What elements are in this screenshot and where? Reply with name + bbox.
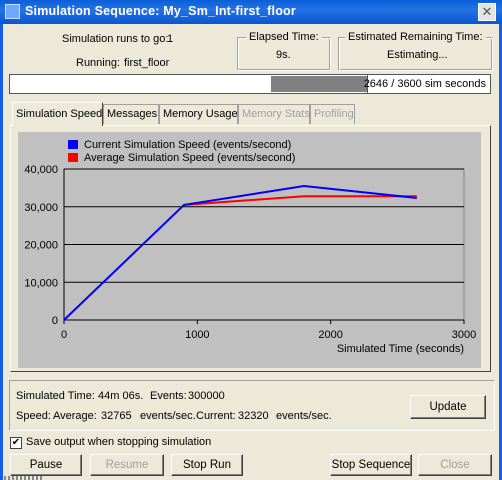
close-window-button[interactable]: ✕ [478, 3, 496, 21]
tab-memory-usage[interactable]: Memory Usage [159, 104, 238, 124]
progress-fill-gray [271, 76, 367, 92]
runs-to-go-label: Simulation runs to go: [62, 33, 169, 45]
remaining-time-label: Estimated Remaining Time: [345, 31, 486, 43]
resize-grip [4, 476, 44, 480]
average-speed-value: 32765 [101, 410, 132, 422]
remaining-time-group: Estimated Remaining Time: Estimating... [338, 31, 493, 71]
legend-label-0: Current Simulation Speed (events/second) [84, 139, 291, 151]
legend-label-1: Average Simulation Speed (events/second) [84, 152, 295, 164]
running-value: first_floor [124, 57, 170, 69]
simulation-progress-bar: 2646 / 3600 sim seconds [9, 74, 491, 94]
average-speed-unit: events/sec. [140, 410, 196, 422]
app-icon [5, 4, 20, 19]
progress-fill [11, 76, 367, 92]
average-speed-label: Average: [53, 410, 97, 422]
stop-run-button[interactable]: Stop Run [171, 454, 243, 476]
y-tick-label: 0 [52, 315, 58, 327]
running-label: Running: [76, 57, 121, 69]
events-label: Events: [150, 390, 187, 402]
x-tick-label: 3000 [452, 329, 476, 341]
progress-text: 2646 / 3600 sim seconds [363, 78, 486, 90]
y-tick-label: 20,000 [24, 240, 58, 252]
current-speed-label: Current: [196, 410, 236, 422]
pause-button[interactable]: Pause [10, 454, 82, 476]
elapsed-time-label: Elapsed Time: [246, 31, 322, 43]
simulation-speed-chart: 0 10,000 20,000 30,000 40,000 0 1000 2000 3000 Si… [18, 132, 481, 368]
x-axis-title: Simulated Time (seconds) [337, 343, 464, 355]
legend-swatch-0 [68, 140, 78, 149]
current-speed-value: 32320 [238, 410, 269, 422]
remaining-time-value: Estimating... [387, 49, 448, 61]
elapsed-time-value: 9s. [276, 49, 291, 61]
y-tick-label: 30,000 [24, 202, 58, 214]
sim-time-value: 44m 06s. [98, 390, 144, 402]
legend-swatch-1 [68, 153, 78, 162]
save-output-checkbox[interactable]: ✔ [10, 437, 22, 449]
update-button[interactable]: Update [410, 395, 486, 419]
y-tick-label: 40,000 [24, 164, 58, 176]
close-button[interactable]: Close [418, 454, 492, 476]
current-speed-unit: events/sec. [276, 410, 332, 422]
window-title: Simulation Sequence: My_Sm_Int-first_flo… [25, 4, 296, 18]
tab-simulation-speed[interactable]: Simulation Speed [12, 102, 103, 126]
tab-memory-stats[interactable]: Memory Stats [238, 104, 310, 124]
speed-label: Speed: [16, 410, 51, 422]
x-tick-label: 1000 [185, 329, 209, 341]
x-tick-label: 0 [61, 329, 67, 341]
chart-svg: 0 10,000 20,000 30,000 40,000 0 1000 2000 3000 Si… [24, 139, 476, 355]
title-bar[interactable]: Simulation Sequence: My_Sm_Int-first_flo… [0, 0, 502, 24]
sim-time-label: Simulated Time: [16, 390, 95, 402]
runs-to-go-value: 1 [167, 33, 174, 45]
y-tick-label: 10,000 [24, 277, 58, 289]
events-value: 300000 [188, 390, 225, 402]
stop-sequence-button[interactable]: Stop Sequence [330, 454, 412, 476]
tab-profiling[interactable]: Profiling [310, 104, 355, 124]
tab-messages[interactable]: Messages [103, 104, 159, 124]
x-tick-label: 2000 [318, 329, 342, 341]
elapsed-time-group: Elapsed Time: 9s. [237, 31, 331, 71]
resume-button[interactable]: Resume [90, 454, 164, 476]
save-output-label[interactable]: Save output when stopping simulation [26, 436, 211, 448]
